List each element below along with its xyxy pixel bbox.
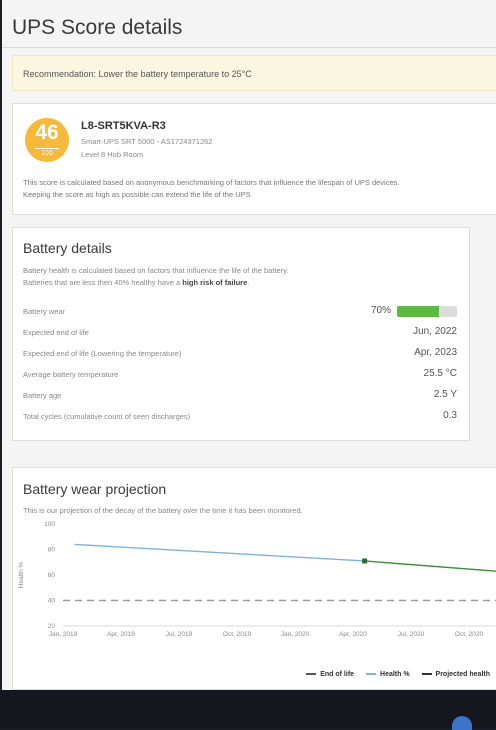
battery-description-line-2: Batteries that are less then 40% healthy… — [23, 277, 457, 289]
wear-projection-title: Battery wear projection — [23, 481, 167, 497]
score-description: This score is calculated based on anonym… — [23, 177, 486, 201]
battery-row-value: 25.5 °C — [423, 368, 457, 379]
battery-row: Expected end of life (Lowering the tempe… — [23, 345, 457, 363]
battery-desc-suffix: . — [247, 278, 250, 287]
x-tick-label: Oct, 2020 — [455, 631, 484, 638]
title-divider — [2, 47, 496, 48]
score-card: 46 100 L8-SRT5KVA-R3 Smart-UPS SRT 5000 … — [12, 103, 496, 215]
legend-health-swatch — [366, 673, 377, 676]
x-tick-label: Oct, 2019 — [223, 631, 252, 638]
battery-wear-label: Battery wear — [23, 307, 66, 316]
battery-row-value: 0.3 — [443, 410, 457, 421]
battery-row-value: Apr, 2023 — [414, 347, 457, 358]
legend-end-of-life-label: End of life — [320, 671, 355, 678]
y-tick-label: 100 — [44, 521, 55, 528]
battery-row-value: Jun, 2022 — [413, 326, 457, 337]
battery-description-line-1: Battery health is calculated based on fa… — [23, 266, 289, 275]
battery-details-card: Battery details Battery health is calcul… — [12, 227, 470, 441]
score-divider — [35, 148, 59, 149]
y-tick-label: 20 — [48, 623, 56, 630]
battery-row-label: Expected end of life (Lowering the tempe… — [23, 349, 182, 358]
wear-projection-description: This is our projection of the decay of t… — [23, 506, 303, 515]
battery-row: Battery age 2.5 Y — [23, 387, 457, 405]
score-description-line-1: This score is calculated based on anonym… — [23, 178, 400, 187]
legend-projected-swatch — [421, 673, 432, 676]
wear-projection-card: Battery wear projection This is our proj… — [12, 467, 496, 690]
battery-details-title: Battery details — [23, 240, 112, 256]
battery-row: Average battery temperature 25.5 °C — [23, 366, 457, 384]
x-tick-label: Jan, 2020 — [281, 631, 310, 638]
battery-description: Battery health is calculated based on fa… — [23, 265, 457, 289]
score-description-line-2: Keeping the score as high as possible ca… — [23, 190, 251, 199]
legend-health-label: Health % — [380, 671, 410, 678]
x-tick-label: Apr, 2020 — [339, 631, 367, 638]
battery-desc-prefix: Batteries that are less then 40% healthy… — [23, 278, 183, 287]
y-tick-label: 40 — [48, 598, 56, 605]
device-location: Level 8 Hub Room — [81, 150, 144, 159]
x-tick-label: Apr, 2019 — [107, 631, 135, 638]
battery-row-label: Total cycles (cumulative count of seen d… — [23, 412, 191, 421]
y-axis-title: Health % — [18, 562, 25, 589]
legend-end-of-life-swatch — [306, 673, 317, 676]
y-tick-label: 60 — [48, 572, 56, 579]
battery-row-label: Battery age — [23, 391, 62, 400]
device-model: Smart-UPS SRT 5000 - AS1724371262 — [81, 137, 213, 146]
series-line-health — [74, 543, 365, 562]
projection-start-marker — [362, 558, 368, 564]
battery-wear-fill — [397, 306, 439, 317]
y-tick-label: 80 — [48, 547, 56, 554]
score-value: 46 — [35, 121, 59, 144]
score-badge: 46 100 — [25, 118, 69, 162]
battery-wear-value: 70% — [370, 305, 391, 316]
wear-projection-chart[interactable]: 100 80 60 40 20 Health % Jan, 2019 Apr, 2019 Jul… — [13, 516, 496, 666]
battery-row: Expected end of life Jun, 2022 — [23, 324, 457, 342]
score-max: 100 — [41, 150, 53, 157]
legend-end-of-life[interactable]: End of life — [306, 671, 354, 678]
x-tick-label: Jul, 2019 — [166, 631, 193, 638]
x-tick-label: Jul, 2020 — [398, 631, 425, 638]
battery-wear-row: Battery wear 70% — [23, 303, 457, 321]
taskbar — [0, 690, 496, 728]
chart-legend: End of life Health % Projected health — [296, 671, 490, 678]
battery-row: Total cycles (cumulative count of seen d… — [23, 408, 457, 426]
device-name[interactable]: L8-SRT5KVA-R3 — [81, 120, 166, 132]
legend-projected[interactable]: Projected health — [421, 671, 490, 678]
legend-projected-label: Projected health — [435, 671, 490, 678]
battery-desc-risk: high risk of failure — [182, 278, 248, 287]
battery-row-label: Expected end of life — [23, 328, 89, 337]
page-title: UPS Score details — [12, 16, 183, 39]
recommendation-banner: Recommendation: Lower the battery temper… — [12, 55, 496, 91]
legend-health[interactable]: Health % — [366, 671, 410, 678]
series-line-projected-health — [364, 560, 496, 572]
battery-row-label: Average battery temperature — [23, 370, 119, 379]
battery-wear-bar — [397, 306, 457, 317]
x-tick-label: Jan, 2019 — [49, 631, 78, 638]
ups-score-panel: UPS Score details Recommendation: Lower … — [2, 0, 496, 690]
battery-row-value: 2.5 Y — [433, 389, 457, 400]
